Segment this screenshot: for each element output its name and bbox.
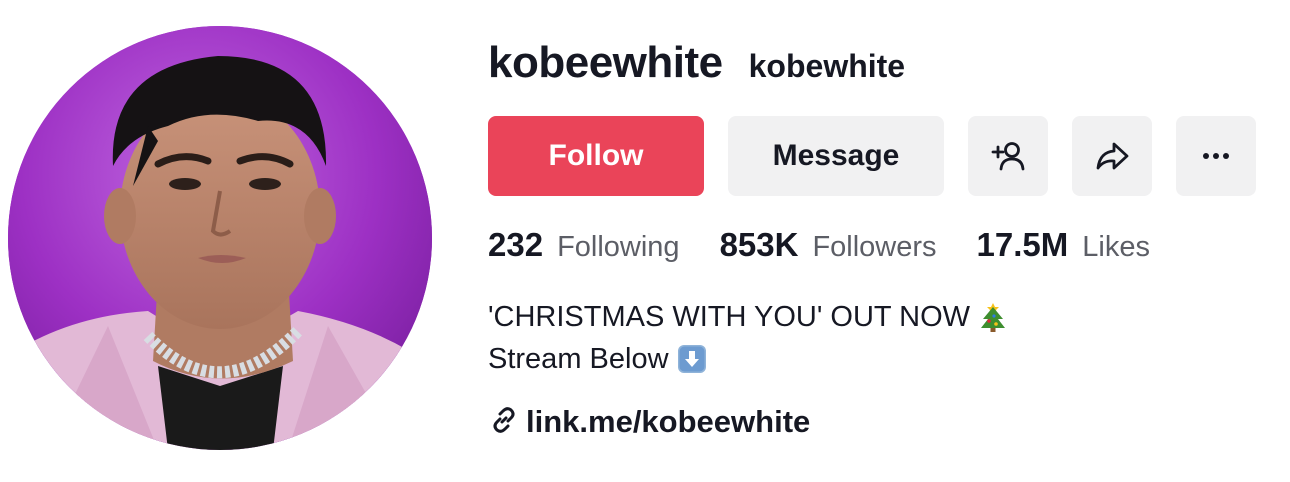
avatar[interactable] xyxy=(8,26,432,450)
followers-count: 853K xyxy=(719,226,799,263)
following-count: 232 xyxy=(488,226,544,263)
bio-line-1-text: 'CHRISTMAS WITH YOU' OUT NOW xyxy=(488,301,971,333)
add-person-icon xyxy=(990,138,1026,174)
profile-stats: 232 Following 853K Followers 17.5M Likes xyxy=(488,226,1150,264)
bio-line-2-text: Stream Below xyxy=(488,343,669,375)
following-label: Following xyxy=(557,231,680,263)
name-row: kobeewhite kobewhite xyxy=(488,38,905,88)
christmas-tree-icon xyxy=(978,302,1008,332)
profile-link[interactable]: link.me/kobeewhite xyxy=(490,404,810,440)
nickname: kobewhite xyxy=(748,48,906,84)
username: kobeewhite xyxy=(488,38,723,87)
link-text[interactable]: link.me/kobeewhite xyxy=(526,404,810,440)
bio-line-2: Stream Below xyxy=(488,338,1008,380)
bio-line-1: 'CHRISTMAS WITH YOU' OUT NOW xyxy=(488,296,1008,338)
bio: 'CHRISTMAS WITH YOU' OUT NOW Stream Belo… xyxy=(488,296,1008,380)
followers-label: Followers xyxy=(812,231,937,263)
profile-info: kobeewhite kobewhite Follow Message 232 … xyxy=(488,0,1290,482)
stat-following[interactable]: 232 Following xyxy=(488,226,680,264)
link-icon xyxy=(490,406,518,439)
action-buttons: Follow Message xyxy=(488,116,1256,196)
share-button[interactable] xyxy=(1072,116,1152,196)
add-friend-button[interactable] xyxy=(968,116,1048,196)
follow-button[interactable]: Follow xyxy=(488,116,704,196)
message-button[interactable]: Message xyxy=(728,116,944,196)
more-button[interactable] xyxy=(1176,116,1256,196)
likes-count: 17.5M xyxy=(976,226,1069,263)
more-dots-icon xyxy=(1198,138,1234,174)
share-icon xyxy=(1094,138,1130,174)
stat-followers[interactable]: 853K Followers xyxy=(720,226,937,264)
avatar-image xyxy=(8,26,432,450)
stat-likes: 17.5M Likes xyxy=(977,226,1150,264)
likes-label: Likes xyxy=(1082,231,1150,263)
down-arrow-icon xyxy=(677,344,707,374)
